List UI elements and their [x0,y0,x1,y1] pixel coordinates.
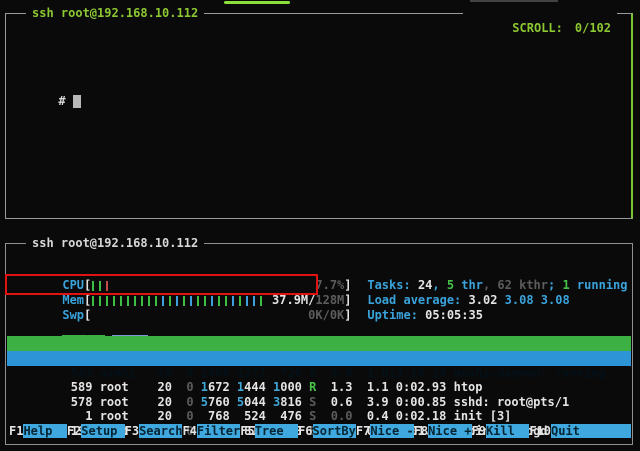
scroll-label: SCROLL: [512,21,563,35]
process-row-1[interactable]: 1root200768524476S0.00.40:02.18init [3] [7,395,631,410]
fkey-search[interactable]: Search [139,424,182,438]
prompt-char: # [58,94,65,108]
scroll-indicator: SCROLL: 0/102 [463,6,617,51]
shell-prompt-line[interactable]: # [6,70,631,124]
swap-meter-label: Swp [62,308,84,322]
pane-title-shell: ssh root@192.168.10.112 [26,6,204,21]
cpu-meter: CPU[7.7%] [19,263,352,278]
scroll-value: 0/102 [575,21,611,35]
load-5min: 3.08 [505,293,541,307]
swap-meter: Swp[0K/0K] [19,293,352,308]
load-15min: 3.08 [541,293,570,307]
tmux-pane-htop[interactable]: ssh root@192.168.10.112 CPU[7.7%] Mem[37… [5,243,633,445]
process-row-578[interactable]: 578root200576050443816S0.63.90:00.85sshd… [7,380,631,395]
fkey-filter[interactable]: Filter [197,424,240,438]
fkey-sortby[interactable]: SortBy [313,424,356,438]
process-row-585-selected[interactable]: 585avahi20020081272728S3.91.013:16.19ava… [7,351,631,366]
fkey-setup[interactable]: Setup [81,424,124,438]
uptime-value: 05:05:35 [425,308,483,322]
process-row-198[interactable]: 198root2001512812768S0.00.60:01.06/sbin/… [7,409,631,424]
fkey-help[interactable]: Help [23,424,66,438]
fkey-tree[interactable]: Tree [255,424,298,438]
load-average-line: Load average: 3.02 3.08 3.08 [324,278,570,293]
pane-title-htop: ssh root@192.168.10.112 [26,236,204,251]
terminal-cursor [73,95,81,108]
fkey-quit[interactable]: Quit [551,424,631,438]
process-row-589[interactable]: 589root200167214441000R1.31.10:02.93htop [7,366,631,381]
fkey-nice-minus[interactable]: Nice - [370,424,413,438]
uptime-line: Uptime: 05:05:35 [324,293,483,308]
mem-meter: Mem[37.9M/128M] [19,278,352,293]
fkey-kill[interactable]: Kill [486,424,529,438]
function-key-bar: F1Help F2Setup F3SearchF4FilterF5Tree F6… [7,424,631,438]
tmux-screen: ssh root@192.168.10.112 SCROLL: 0/102 # s… [0,0,640,451]
tasks-line: Tasks: 24, 5 thr, 62 kthr; 1 running [324,263,628,278]
video-progress-bar [224,1,290,4]
process-table-header: PIDUSERPRINIVIRTRESSHRSCPU%▽MEM%TIME+Com… [7,336,631,351]
tmux-pane-shell[interactable]: ssh root@192.168.10.112 SCROLL:0/102 # [5,13,633,219]
fkey-nice-plus[interactable]: Nice + [428,424,471,438]
video-progress-track [470,0,558,2]
